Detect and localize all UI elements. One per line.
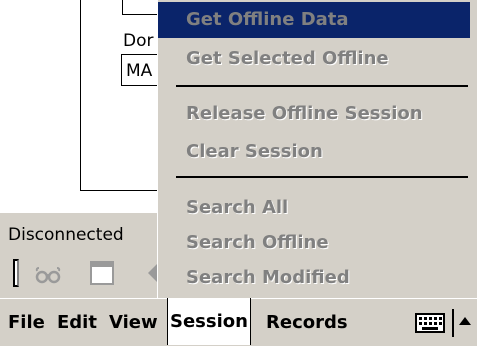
keyboard-icon[interactable] [415, 313, 445, 333]
menu-separator [176, 85, 468, 87]
menu-view[interactable]: View [109, 299, 158, 346]
domain-value: MA [126, 61, 153, 81]
menu-item-release-offline-session[interactable]: Release Offline Session [158, 96, 470, 132]
status-text: Disconnected [8, 225, 124, 245]
menu-item-search-all[interactable]: Search All [158, 190, 470, 226]
glasses-icon[interactable] [34, 259, 62, 287]
menu-edit[interactable]: Edit [57, 299, 97, 346]
menu-item-search-offline[interactable]: Search Offline [158, 225, 470, 261]
menu-separator [176, 176, 468, 178]
session-dropdown-menu: Get Offline Data Get Selected Offline Re… [157, 0, 477, 298]
device-screen: Dor MA Disconnected File Edit View Sessi… [0, 0, 477, 346]
menu-bar: File Edit View Session Records [0, 298, 477, 346]
toolbar [0, 251, 170, 295]
keyboard-separator [452, 309, 454, 337]
menu-item-get-offline-data[interactable]: Get Offline Data [158, 2, 470, 38]
menu-file[interactable]: File [8, 299, 45, 346]
domain-label: Dor [123, 31, 154, 51]
menu-item-get-selected-offline[interactable]: Get Selected Offline [158, 41, 470, 77]
page-icon[interactable] [88, 259, 116, 287]
sip-up-arrow-icon[interactable] [459, 317, 471, 325]
menu-item-search-modified[interactable]: Search Modified [158, 260, 470, 296]
menu-session[interactable]: Session [167, 298, 251, 345]
toolbar-grip[interactable] [13, 259, 19, 287]
menu-records[interactable]: Records [266, 299, 348, 346]
menu-item-clear-session[interactable]: Clear Session [158, 134, 470, 170]
